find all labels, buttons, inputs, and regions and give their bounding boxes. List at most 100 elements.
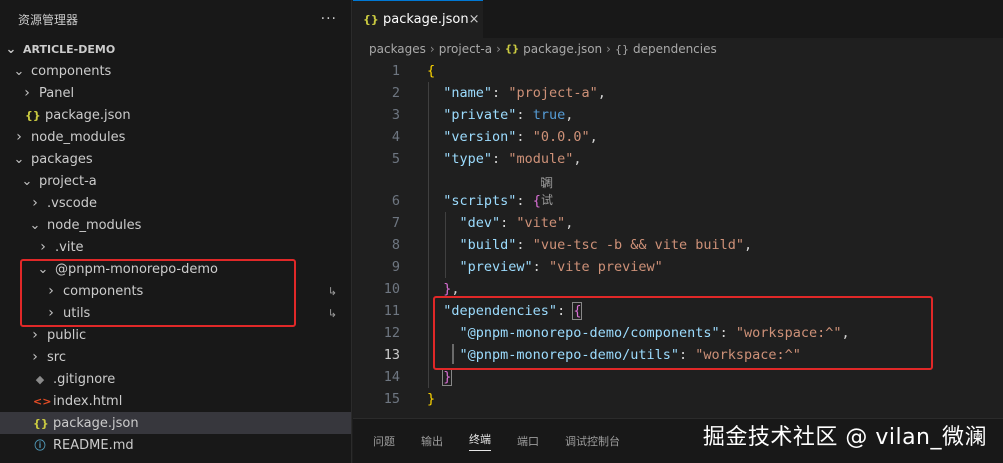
code-line-active: 13 "@pnpm-monorepo-demo/utils": "workspa… xyxy=(383,347,801,363)
chevron-right-icon: › xyxy=(16,129,22,145)
symlink-icon: ↳ xyxy=(327,284,337,298)
code-line: 2 "name": "project-a", xyxy=(391,85,606,101)
tree-item-label: .vscode xyxy=(47,195,97,211)
tree-item[interactable]: <> index.html xyxy=(0,390,351,412)
code-line: 4 "version": "0.0.0", xyxy=(391,129,598,145)
tree-item[interactable]: ⌄ project-a xyxy=(0,170,351,192)
tree-item[interactable]: › utils ↳ xyxy=(0,302,351,324)
tree-item-label: components xyxy=(31,63,112,79)
panel-tab[interactable]: 端口 xyxy=(517,433,539,449)
tree-item[interactable]: ⌄ ARTICLE-DEMO xyxy=(0,38,351,60)
tree-item-label: .gitignore xyxy=(53,371,116,387)
watermark: 掘金技术社区 @ vilan_微澜 xyxy=(702,425,987,450)
symlink-icon: ↳ xyxy=(327,306,337,320)
breadcrumb: packages › project-a › {} package.json ›… xyxy=(353,38,1003,60)
close-icon[interactable]: × xyxy=(469,12,480,27)
indent-guide xyxy=(445,212,446,278)
tree-item-label: package.json xyxy=(53,415,139,431)
tree-item-label: @pnpm-monorepo-demo xyxy=(55,261,218,277)
more-actions-icon[interactable]: ··· xyxy=(321,11,337,27)
panel-tab[interactable]: 调试控制台 xyxy=(565,433,620,449)
json-file-icon: {} xyxy=(33,416,49,430)
code-editor[interactable]: 1{ 2 "name": "project-a", 3 "private": t… xyxy=(353,60,1003,418)
editor-area: {} package.json × packages › project-a ›… xyxy=(353,0,1003,463)
tree-item-label: project-a xyxy=(39,173,97,189)
git-file-icon: ◆ xyxy=(35,372,45,386)
breadcrumb-item[interactable]: package.json xyxy=(523,42,602,56)
json-file-icon: {} xyxy=(25,108,41,122)
tree-item[interactable]: › components ↳ xyxy=(0,280,351,302)
chevron-right-icon: › xyxy=(32,349,38,365)
breadcrumb-item[interactable]: packages xyxy=(369,42,426,56)
tree-item-label: ARTICLE-DEMO xyxy=(23,42,116,56)
chevron-right-icon: › xyxy=(429,42,435,56)
code-line: 5 "type": "module", xyxy=(391,151,582,167)
code-line: 10 }, xyxy=(383,281,460,297)
chevron-down-icon: ⌄ xyxy=(13,63,25,79)
tree-item[interactable]: ⓘ README.md xyxy=(0,434,351,456)
code-line: 11 "dependencies": { xyxy=(383,302,583,320)
html-file-icon: <> xyxy=(33,394,52,408)
chevron-down-icon: ⌄ xyxy=(29,217,41,233)
code-line: 14 } xyxy=(383,368,453,386)
tree-item-label: components xyxy=(63,283,144,299)
braces-icon: {} xyxy=(614,42,629,56)
chevron-right-icon: › xyxy=(32,195,38,211)
code-line: 7 "dev": "vite", xyxy=(391,215,574,231)
tree-item[interactable]: › node_modules xyxy=(0,126,351,148)
panel-tab[interactable]: 终端 xyxy=(469,431,491,451)
code-line: 9 "preview": "vite preview" xyxy=(391,259,663,275)
tree-item[interactable]: ⌄ node_modules xyxy=(0,214,351,236)
chevron-down-icon: ⌄ xyxy=(21,173,33,189)
tab-package-json[interactable]: {} package.json × xyxy=(353,0,483,38)
tree-item[interactable]: › public xyxy=(0,324,351,346)
code-line: 6 "scripts": { xyxy=(391,193,541,209)
file-tree: ⌄ ARTICLE-DEMO ⌄ components › Panel {} package.… xyxy=(0,38,351,456)
code-line: 3 "private": true, xyxy=(391,107,574,123)
explorer-sidebar: 资源管理器 ··· ⌄ ARTICLE-DEMO ⌄ components › Panel… xyxy=(0,0,352,463)
breadcrumb-item[interactable]: dependencies xyxy=(633,42,717,56)
tree-item[interactable]: › src xyxy=(0,346,351,368)
tree-item-label: node_modules xyxy=(31,129,126,145)
tree-item-label: public xyxy=(47,327,87,343)
tree-item[interactable]: ⌄ packages xyxy=(0,148,351,170)
chevron-right-icon: › xyxy=(24,85,30,101)
code-line: 1{ xyxy=(391,63,436,79)
tree-item[interactable]: › .vscode xyxy=(0,192,351,214)
tree-item-label: node_modules xyxy=(47,217,142,233)
panel-tab[interactable]: 输出 xyxy=(421,433,443,449)
explorer-header: 资源管理器 ··· xyxy=(0,0,351,38)
indent-guide xyxy=(428,82,429,388)
breadcrumb-item[interactable]: project-a xyxy=(439,42,492,56)
editor-tabs: {} package.json × xyxy=(353,0,1003,38)
tree-item[interactable]: › Panel xyxy=(0,82,351,104)
tree-item-label: .vite xyxy=(55,239,84,255)
indent-guide-active xyxy=(452,344,454,364)
code-line: 15} xyxy=(383,391,436,407)
chevron-right-icon: › xyxy=(32,327,38,343)
chevron-right-icon: › xyxy=(496,42,501,56)
tree-item-label: packages xyxy=(31,151,93,167)
tree-item[interactable]: ◆ .gitignore xyxy=(0,368,351,390)
tree-item[interactable]: › .vite xyxy=(0,236,351,258)
tree-item-label: README.md xyxy=(53,437,134,453)
tree-item[interactable]: {} package.json xyxy=(0,104,351,126)
tree-item[interactable]: ⌄ components xyxy=(0,60,351,82)
chevron-down-icon: ⌄ xyxy=(13,151,25,167)
json-file-icon: {} xyxy=(504,43,520,55)
tree-item-label: src xyxy=(47,349,66,365)
panel-tab[interactable]: 问题 xyxy=(373,433,395,449)
chevron-down-icon: ⌄ xyxy=(37,261,49,277)
debug-codelens[interactable]: ▷ 调试 xyxy=(353,170,1003,207)
tree-item[interactable]: {} package.json xyxy=(0,412,351,434)
chevron-right-icon: › xyxy=(40,239,46,255)
tree-item-label: index.html xyxy=(53,393,123,409)
chevron-right-icon: › xyxy=(48,283,54,299)
tree-item[interactable]: ⌄ @pnpm-monorepo-demo xyxy=(0,258,351,280)
explorer-title: 资源管理器 xyxy=(18,12,79,27)
tree-item-label: package.json xyxy=(45,107,131,123)
chevron-down-icon: ⌄ xyxy=(5,41,17,57)
code-line: 12 "@pnpm-monorepo-demo/components": "wo… xyxy=(383,325,850,341)
json-file-icon: {} xyxy=(363,13,379,26)
chevron-right-icon: › xyxy=(606,42,611,56)
